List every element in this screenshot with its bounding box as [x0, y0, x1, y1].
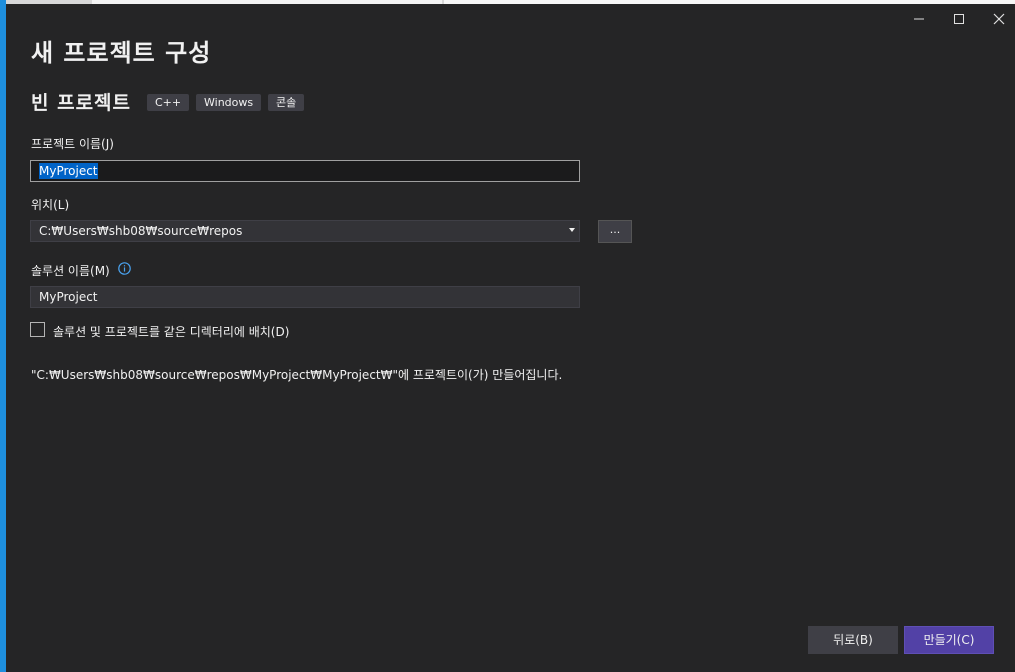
- browse-button[interactable]: ...: [598, 220, 632, 243]
- maximize-icon: [954, 14, 964, 24]
- close-icon: [993, 13, 1005, 25]
- template-tag: C++: [147, 94, 190, 111]
- solution-name-value: MyProject: [39, 290, 98, 304]
- background-window-strip-segment: [444, 0, 1015, 4]
- solution-name-label: 솔루션 이름(M): [31, 264, 110, 278]
- chevron-down-icon[interactable]: [569, 228, 575, 232]
- solution-name-input[interactable]: MyProject: [30, 286, 580, 308]
- location-label: 위치(L): [31, 198, 70, 212]
- back-button[interactable]: 뒤로(B): [808, 626, 898, 654]
- project-name-label: 프로젝트 이름(J): [31, 137, 114, 151]
- same-directory-checkbox[interactable]: [30, 322, 45, 337]
- result-path-note: "C:₩Users₩shb08₩source₩repos₩MyProject₩M…: [31, 368, 563, 382]
- background-window-strip-segment: [92, 0, 442, 4]
- close-button[interactable]: [988, 8, 1010, 30]
- location-value: C:₩Users₩shb08₩source₩repos: [39, 224, 243, 238]
- maximize-button[interactable]: [948, 8, 970, 30]
- window-accent-bar: [0, 0, 6, 672]
- project-name-input[interactable]: MyProject: [30, 160, 580, 182]
- template-tag: Windows: [196, 94, 262, 111]
- template-tag: 콘솔: [268, 94, 305, 111]
- info-icon[interactable]: [118, 262, 131, 275]
- create-button[interactable]: 만들기(C): [904, 626, 994, 654]
- minimize-button[interactable]: [908, 8, 930, 30]
- location-combobox[interactable]: C:₩Users₩shb08₩source₩repos: [30, 220, 580, 242]
- template-name: 빈 프로젝트: [31, 92, 132, 114]
- same-directory-label[interactable]: 솔루션 및 프로젝트를 같은 디렉터리에 배치(D): [53, 323, 289, 340]
- minimize-icon: [914, 18, 924, 20]
- project-name-value: MyProject: [39, 163, 98, 179]
- page-title: 새 프로젝트 구성: [31, 39, 212, 67]
